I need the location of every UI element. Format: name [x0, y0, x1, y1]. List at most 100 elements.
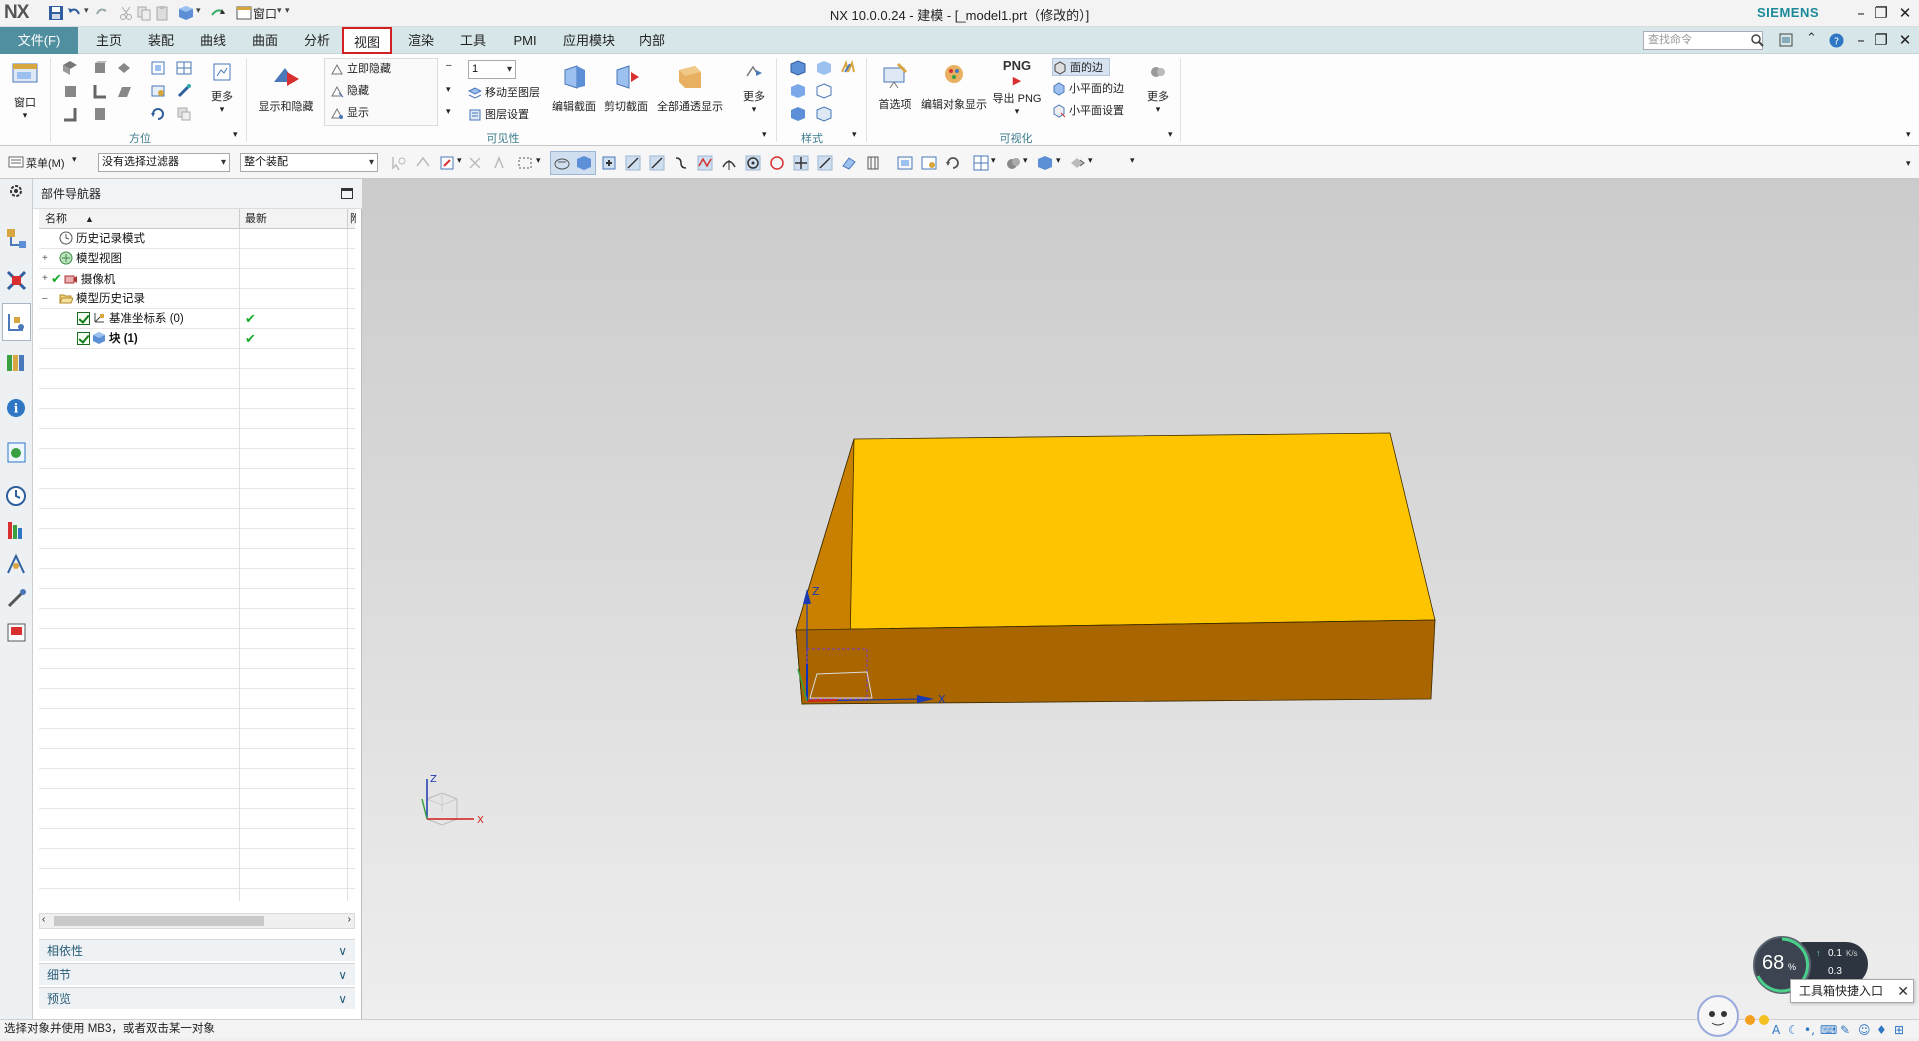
- show-hide-button[interactable]: 显示和隐藏: [254, 62, 318, 114]
- export-png-button[interactable]: PNG ▶ 导出 PNG ▾: [992, 58, 1042, 117]
- face-analysis-icon[interactable]: [816, 106, 832, 122]
- section-dependencies[interactable]: 相依性 ∨: [39, 939, 355, 961]
- command-search-input[interactable]: 查找命令: [1643, 31, 1763, 50]
- doc-minimize-button[interactable]: –: [1850, 30, 1872, 50]
- toolbar-options-dropdown-icon[interactable]: ▾: [1130, 155, 1135, 166]
- rectangle-select-icon[interactable]: [516, 154, 534, 172]
- work-layer-icon[interactable]: [1068, 154, 1086, 172]
- hide-button[interactable]: 隐藏: [330, 82, 369, 100]
- facet-edges-toggle[interactable]: 小平面的边: [1052, 80, 1124, 98]
- snap-arc-center-icon[interactable]: [744, 154, 762, 172]
- show-all-through-button[interactable]: 全部通透显示: [654, 62, 726, 114]
- manufacturing-wizards-icon[interactable]: [5, 587, 28, 610]
- wireframe-icon[interactable]: [816, 83, 832, 99]
- minimize-button[interactable]: –: [1850, 3, 1872, 23]
- tab-tools[interactable]: 工具: [452, 27, 494, 54]
- assembly-navigator-icon[interactable]: [5, 227, 28, 250]
- fit-view-icon[interactable]: [896, 154, 914, 172]
- ribbon-options-dropdown-icon[interactable]: ▾: [1906, 129, 1911, 140]
- section-details[interactable]: 细节 ∨: [39, 963, 355, 985]
- block-top-face[interactable]: [795, 432, 1436, 631]
- tray-shirt-icon[interactable]: ♦: [1876, 1023, 1887, 1037]
- snap-point-icon[interactable]: [792, 154, 810, 172]
- view-back-icon[interactable]: [92, 106, 108, 122]
- edit-object-display-button[interactable]: 编辑对象显示: [918, 60, 990, 112]
- tab-view[interactable]: 视图: [342, 27, 392, 54]
- maximize-panel-icon[interactable]: [341, 188, 353, 199]
- show-button[interactable]: 显示: [330, 104, 369, 122]
- tab-analysis[interactable]: 分析: [296, 27, 338, 54]
- select-face-dropdown-icon[interactable]: ▾: [457, 155, 462, 166]
- roles-icon[interactable]: [5, 621, 28, 644]
- snap-tangent-icon[interactable]: [720, 154, 738, 172]
- select-feature-icon[interactable]: [414, 154, 432, 172]
- layer-settings-button[interactable]: 图层设置: [468, 106, 529, 124]
- view-cube-icon[interactable]: [553, 154, 571, 172]
- menu-icon[interactable]: [8, 154, 24, 170]
- tree-item-model-history[interactable]: 模型历史记录: [59, 289, 145, 309]
- window-icon[interactable]: [236, 5, 252, 21]
- collapse-toggle-icon[interactable]: –: [42, 289, 48, 309]
- snap-on-curve-icon[interactable]: [816, 154, 834, 172]
- preferences-button[interactable]: 首选项: [874, 60, 916, 112]
- close-button[interactable]: ✕: [1894, 3, 1916, 23]
- view-top-icon[interactable]: [116, 60, 132, 76]
- view-trimetric-icon[interactable]: [62, 60, 78, 76]
- snap-bounded-icon[interactable]: [864, 154, 882, 172]
- tree-item-cameras[interactable]: ✔ 摄像机: [51, 269, 115, 289]
- doc-restore-button[interactable]: ❐: [1870, 30, 1892, 50]
- model-viewport[interactable]: Z X Z X: [362, 179, 1919, 1019]
- sort-ascending-icon[interactable]: ▲: [85, 209, 94, 229]
- work-layer-dropdown-icon[interactable]: ▾: [1088, 155, 1093, 166]
- display-mode-icon[interactable]: [1036, 154, 1054, 172]
- tree-item-history-mode[interactable]: 历史记录模式: [59, 229, 145, 249]
- clip-section-button[interactable]: 剪切截面: [602, 62, 650, 114]
- tray-moon-icon[interactable]: ☾: [1788, 1023, 1799, 1037]
- column-latest-header[interactable]: 最新: [245, 209, 267, 229]
- visibility-expand-icon[interactable]: ▾: [446, 106, 451, 117]
- block-front-face[interactable]: [795, 619, 1436, 705]
- expand-toggle-icon[interactable]: +: [42, 269, 48, 289]
- zoom-window-icon[interactable]: [920, 154, 938, 172]
- facet-settings-button[interactable]: 小平面设置: [1052, 102, 1124, 120]
- assistant-avatar-icon[interactable]: [1697, 995, 1739, 1037]
- cube-view-icon[interactable]: [178, 5, 194, 21]
- tray-font-icon[interactable]: A: [1772, 1023, 1781, 1037]
- file-menu[interactable]: 文件(F): [0, 27, 78, 54]
- scroll-left-icon[interactable]: ‹: [42, 914, 45, 925]
- undo-dropdown-icon[interactable]: ▾: [84, 5, 89, 16]
- part-navigator-icon[interactable]: [5, 311, 28, 334]
- visualize-more-button[interactable]: 更多 ▾: [1140, 62, 1176, 115]
- toolbar-overflow-icon[interactable]: ▾: [1906, 158, 1911, 169]
- immediate-hide-button[interactable]: 立即隐藏: [330, 60, 391, 78]
- rendering-style-icon[interactable]: [1004, 154, 1022, 172]
- column-name-header[interactable]: 名称: [45, 209, 67, 229]
- expand-toggle-icon[interactable]: +: [42, 249, 48, 269]
- rectangle-select-dropdown-icon[interactable]: ▾: [536, 155, 541, 166]
- view-bottom-icon[interactable]: [62, 106, 78, 122]
- window-menu[interactable]: 窗口: [253, 5, 277, 22]
- ribbon-options-icon[interactable]: [1779, 33, 1793, 47]
- snap-face-icon[interactable]: [840, 154, 858, 172]
- edit-section-button[interactable]: 编辑截面: [550, 62, 598, 114]
- visibility-more-icon[interactable]: –: [446, 60, 452, 71]
- paint-icon[interactable]: [176, 83, 192, 99]
- snap-midpoint-icon[interactable]: [624, 154, 642, 172]
- pan-icon[interactable]: [150, 83, 166, 99]
- tray-keyboard-icon[interactable]: ⌨: [1820, 1023, 1837, 1037]
- undo-icon[interactable]: [66, 5, 82, 21]
- view-right-icon[interactable]: [92, 83, 108, 99]
- snap-intersection-icon[interactable]: [696, 154, 714, 172]
- repeat-command-icon[interactable]: [210, 5, 226, 21]
- fit-icon[interactable]: [150, 60, 166, 76]
- partial-shading-icon[interactable]: [790, 106, 806, 122]
- group-visualize-expand-icon[interactable]: ▾: [1168, 129, 1173, 140]
- column-extra-header[interactable]: 附: [350, 209, 356, 229]
- face-edges-toggle[interactable]: 面的边: [1052, 58, 1110, 76]
- tree-item-block[interactable]: 块 (1): [77, 329, 138, 349]
- tab-home[interactable]: 主页: [88, 27, 130, 54]
- view-isometric-icon[interactable]: [92, 60, 108, 76]
- view-front-icon[interactable]: [62, 83, 78, 99]
- pick-icon[interactable]: [490, 154, 508, 172]
- wireframe-hidden-icon[interactable]: [790, 83, 806, 99]
